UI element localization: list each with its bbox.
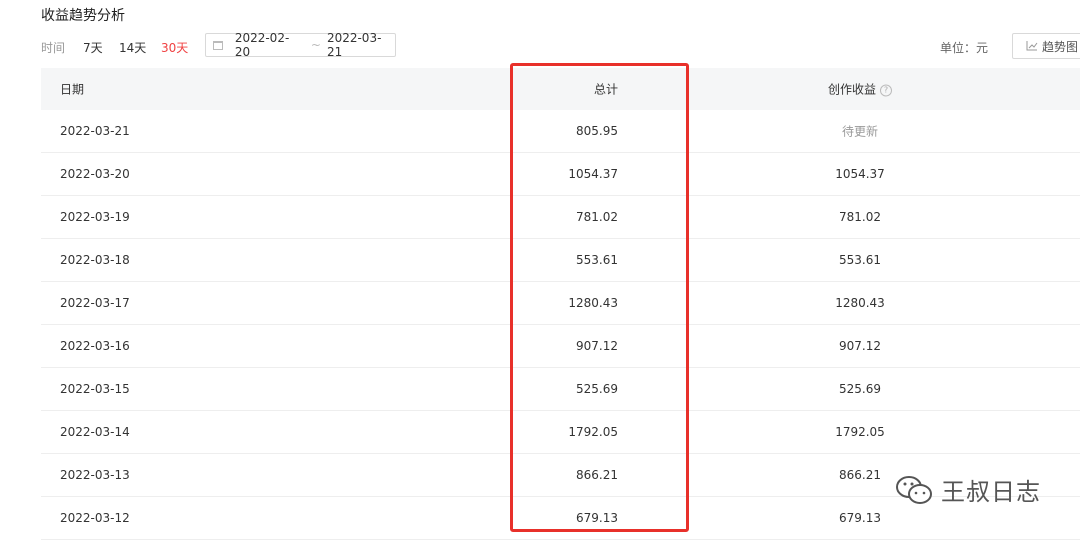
range-7-days-button[interactable]: 7天 xyxy=(83,39,103,56)
row-total: 907.12 xyxy=(576,339,618,353)
end-date[interactable]: 2022-03-21 xyxy=(327,31,395,59)
row-total: 805.95 xyxy=(576,124,618,138)
time-filter-label: 时间 xyxy=(41,41,66,55)
calendar-icon xyxy=(213,40,223,50)
earnings-table: 日期 总计 创作收益? 2022-03-21 805.95 待更新 2022-03-2… xyxy=(41,68,1080,540)
table-row: 2022-03-18 553.61 553.61 xyxy=(41,239,1080,282)
row-total: 525.69 xyxy=(576,382,618,396)
table-row: 2022-03-21 805.95 待更新 xyxy=(41,110,1080,153)
row-creation-earnings: 781.02 xyxy=(839,210,881,224)
row-date: 2022-03-18 xyxy=(60,253,130,267)
trend-chart-label: 趋势图 xyxy=(1042,39,1079,54)
table-row: 2022-03-19 781.02 781.02 xyxy=(41,196,1080,239)
row-date: 2022-03-19 xyxy=(60,210,130,224)
table-row: 2022-03-20 1054.37 1054.37 xyxy=(41,153,1080,196)
row-creation-earnings: 866.21 xyxy=(839,468,881,482)
row-creation-earnings: 679.13 xyxy=(839,511,881,525)
watermark-text: 王叔日志 xyxy=(941,478,1041,506)
column-header-creation-label: 创作收益 xyxy=(827,82,877,97)
row-date: 2022-03-21 xyxy=(60,124,130,138)
range-30-days-button[interactable]: 30天 xyxy=(161,39,188,56)
column-header-date: 日期 xyxy=(60,82,85,97)
start-date[interactable]: 2022-02-20 xyxy=(235,31,303,59)
row-total: 553.61 xyxy=(576,253,618,267)
row-date: 2022-03-20 xyxy=(60,167,130,181)
date-separator: ~ xyxy=(310,38,321,52)
row-date: 2022-03-13 xyxy=(60,468,130,482)
row-total: 1280.43 xyxy=(568,296,618,310)
row-total: 866.21 xyxy=(576,468,618,482)
row-total: 1054.37 xyxy=(568,167,618,181)
trend-chart-button[interactable]: 趋势图 xyxy=(1012,33,1080,59)
row-date: 2022-03-16 xyxy=(60,339,130,353)
row-total: 1792.05 xyxy=(568,425,618,439)
table-header: 日期 总计 创作收益? xyxy=(41,68,1080,110)
row-total: 679.13 xyxy=(576,511,618,525)
table-row: 2022-03-17 1280.43 1280.43 xyxy=(41,282,1080,325)
row-creation-earnings: 1054.37 xyxy=(835,167,885,181)
range-14-days-button[interactable]: 14天 xyxy=(119,39,146,56)
row-creation-earnings: 553.61 xyxy=(839,253,881,267)
row-creation-earnings: 907.12 xyxy=(839,339,881,353)
row-creation-earnings: 525.69 xyxy=(839,382,881,396)
table-row: 2022-03-14 1792.05 1792.05 xyxy=(41,411,1080,454)
unit-label: 单位：元 xyxy=(940,41,989,55)
row-date: 2022-03-12 xyxy=(60,511,130,525)
trend-chart-icon xyxy=(1026,41,1038,51)
row-date: 2022-03-14 xyxy=(60,425,130,439)
table-row: 2022-03-16 907.12 907.12 xyxy=(41,325,1080,368)
column-header-creation: 创作收益? xyxy=(827,81,893,98)
date-range-picker[interactable]: 2022-02-20 ~ 2022-03-21 xyxy=(205,31,396,59)
row-creation-earnings: 1792.05 xyxy=(835,425,885,439)
wechat-icon xyxy=(896,475,932,504)
page-title: 收益趋势分析 xyxy=(41,8,125,24)
row-total: 781.02 xyxy=(576,210,618,224)
row-creation-earnings: 1280.43 xyxy=(835,296,885,310)
help-icon[interactable]: ? xyxy=(880,84,893,96)
row-date: 2022-03-17 xyxy=(60,296,130,310)
column-header-total: 总计 xyxy=(593,82,618,97)
table-row: 2022-03-15 525.69 525.69 xyxy=(41,368,1080,411)
row-creation-earnings: 待更新 xyxy=(841,124,879,139)
watermark: 王叔日志 xyxy=(895,472,1041,507)
row-date: 2022-03-15 xyxy=(60,382,130,396)
